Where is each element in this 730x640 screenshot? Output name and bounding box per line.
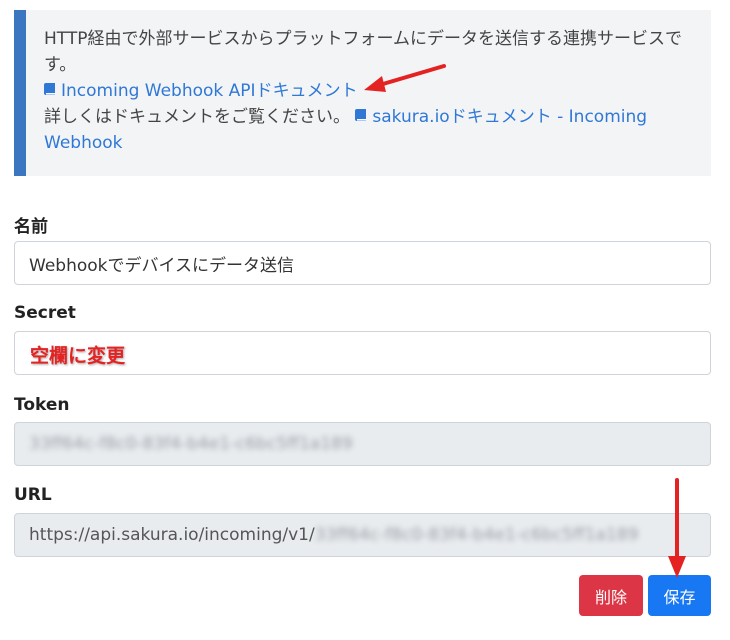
name-label: 名前 [14,217,48,237]
detail-text: 詳しくはドキュメントをご覧ください。 [44,107,350,127]
info-box: HTTP経由で外部サービスからプラットフォームにデータを送信する連携サービスです… [14,10,711,176]
api-doc-link-text: Incoming Webhook APIドキュメント [61,81,358,101]
name-input[interactable] [14,241,711,285]
info-description: HTTP経由で外部サービスからプラットフォームにデータを送信する連携サービスです… [44,29,682,75]
url-field: https://api.sakura.io/incoming/v1/33ff64… [14,513,711,557]
book-icon [355,109,367,121]
api-doc-link[interactable]: Incoming Webhook APIドキュメント [44,81,358,101]
url-label: URL [14,485,52,505]
secret-label: Secret [14,303,76,323]
url-prefix: https://api.sakura.io/incoming/v1/ [29,525,315,545]
token-label: Token [14,395,70,415]
book-icon [44,83,55,95]
token-field: 33ff64c-f8c0-83f4-b4e1-c6bc5ff1a189 [14,422,711,466]
save-button[interactable]: 保存 [648,575,711,616]
url-token: 33ff64c-f8c0-83f4-b4e1-c6bc5ff1a189 [314,525,639,545]
secret-annotation: 空欄に変更 [30,345,126,367]
token-value: 33ff64c-f8c0-83f4-b4e1-c6bc5ff1a189 [29,434,353,454]
delete-button[interactable]: 削除 [579,575,643,616]
